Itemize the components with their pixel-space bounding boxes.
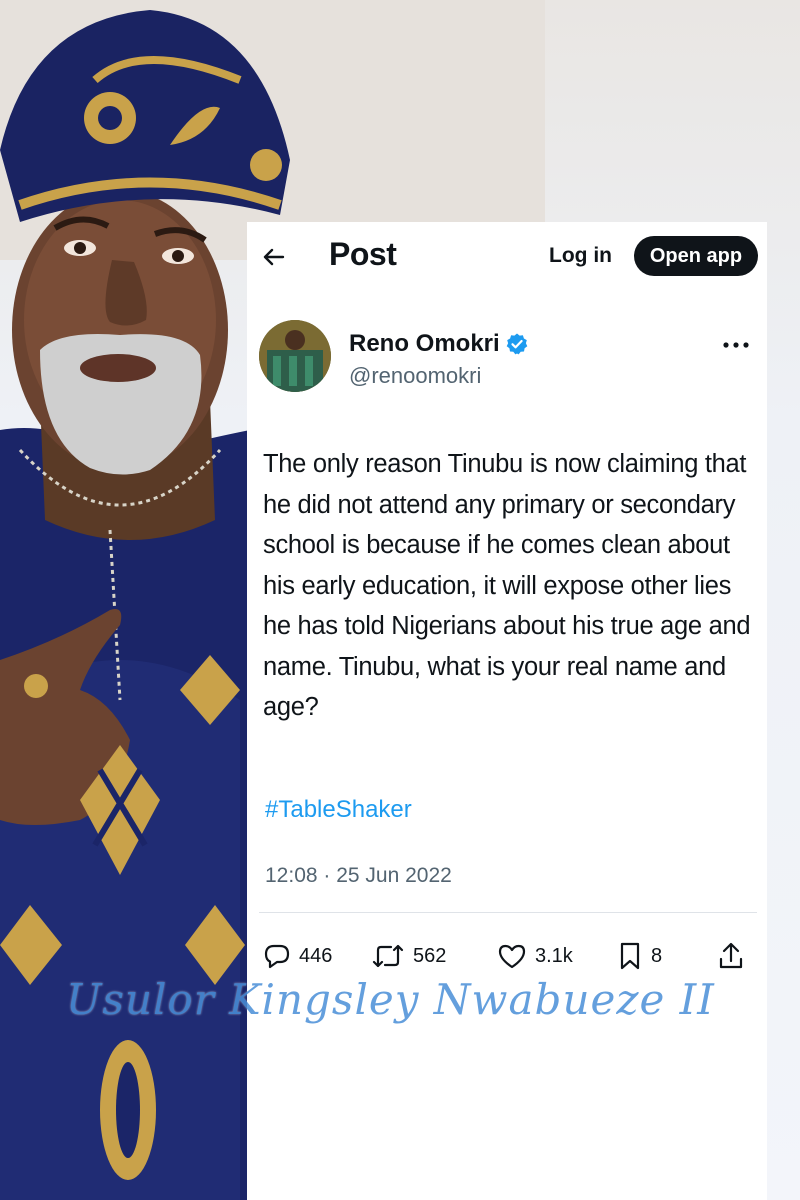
watermark-text: Usulor Kingsley Nwabueze II: [66, 975, 715, 1024]
repost-icon: [372, 944, 404, 968]
avatar-image: [259, 320, 331, 392]
card-lower-panel: [247, 1000, 767, 1200]
open-app-button[interactable]: Open app: [634, 236, 758, 276]
share-icon: [719, 942, 743, 969]
repost-count: 562: [413, 944, 447, 967]
post-text: The only reason Tinubu is now claiming t…: [263, 450, 751, 721]
verified-badge-icon: [506, 333, 528, 355]
like-count: 3.1k: [535, 944, 573, 967]
arrow-left-icon: [263, 248, 285, 266]
like-button[interactable]: 3.1k: [497, 938, 573, 974]
avatar[interactable]: [259, 320, 331, 392]
bookmark-count: 8: [651, 944, 663, 967]
author-handle[interactable]: @renoomokri: [349, 363, 481, 389]
page-title: Post: [329, 236, 397, 272]
login-link[interactable]: Log in: [549, 244, 612, 268]
reply-icon: [264, 944, 290, 969]
hashtag-link[interactable]: #TableShaker: [265, 796, 412, 824]
heart-icon: [498, 944, 526, 969]
divider: [259, 912, 757, 913]
post-author: Reno Omokri @renoomokri: [247, 318, 767, 408]
bookmark-button[interactable]: 8: [617, 938, 662, 974]
bookmark-icon: [620, 942, 640, 970]
repost-button[interactable]: 562: [371, 938, 446, 974]
post-card: Post Log in Open app Reno Omokri @renoom…: [247, 222, 767, 1000]
more-dots-icon: [723, 342, 749, 348]
more-options-button[interactable]: [722, 326, 750, 357]
post-timestamp[interactable]: 12:08 · 25 Jun 2022: [265, 864, 452, 888]
back-button[interactable]: [261, 244, 287, 270]
author-name[interactable]: Reno Omokri: [349, 330, 500, 358]
reply-button[interactable]: 446: [263, 938, 332, 974]
top-bar: Post Log in Open app: [247, 222, 767, 292]
reply-count: 446: [299, 944, 333, 967]
share-button[interactable]: [717, 938, 745, 974]
